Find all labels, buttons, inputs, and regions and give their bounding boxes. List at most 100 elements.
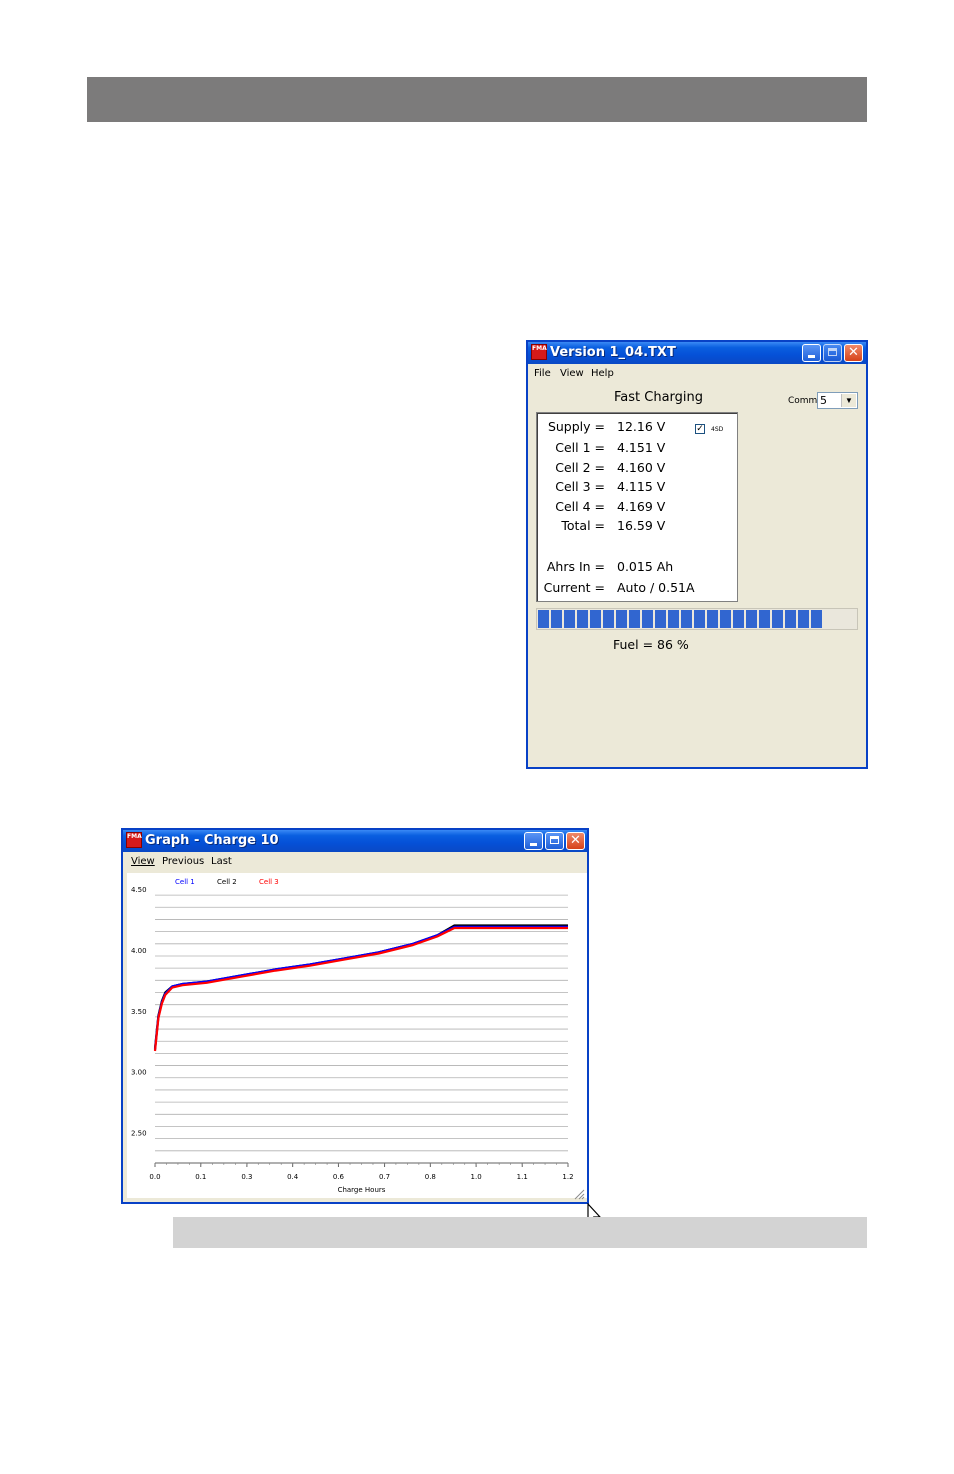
- fuel-segment: [668, 610, 679, 628]
- x-tick-label: 0.3: [241, 1173, 252, 1181]
- x-tick-label: 0.8: [425, 1173, 436, 1181]
- fuel-segment: [642, 610, 653, 628]
- fuel-segment: [707, 610, 718, 628]
- cell3-value: 4.115 V: [617, 479, 666, 494]
- page-header-bar: [87, 77, 867, 122]
- version-window-titlebar[interactable]: FMA Version 1_04.TXT ✕: [528, 342, 866, 364]
- current-value: Auto / 0.51A: [617, 580, 695, 595]
- x-tick-label: 0.6: [333, 1173, 345, 1181]
- fuel-segment: [564, 610, 575, 628]
- x-tick-label: 0.7: [379, 1173, 390, 1181]
- minimize-button[interactable]: [802, 344, 821, 362]
- supply-value: 12.16 V: [617, 419, 666, 434]
- fuel-segment: [694, 610, 705, 628]
- comm-port-select[interactable]: 5 ▼: [817, 392, 858, 409]
- cell2-value: 4.160 V: [617, 460, 666, 475]
- charge-graph-svg: 0.0 0.1 0.3 0.4 0.6 0.7 0.8 1.0 1.1 1.2 Charge Hou…: [131, 878, 574, 1194]
- legend-cell-1: Cell 1: [175, 878, 195, 886]
- caption-bar: [173, 1217, 867, 1248]
- minimize-icon: [530, 843, 537, 846]
- 4sd-checkbox-label: 4SD: [711, 426, 724, 433]
- 4sd-checkbox[interactable]: ✓: [695, 424, 705, 434]
- menu-previous[interactable]: Previous: [162, 856, 204, 867]
- x-tick-label: 1.0: [471, 1173, 482, 1181]
- y-tick-label: 3.00: [131, 1069, 147, 1077]
- chevron-down-icon[interactable]: ▼: [841, 394, 856, 407]
- ahrs-in-label: Ahrs In =: [546, 559, 605, 574]
- graph-window: FMA Graph - Charge 10 ✕ View Previous La…: [121, 828, 589, 1204]
- supply-label: Supply =: [547, 419, 605, 434]
- y-tick-label: 4.00: [131, 947, 147, 955]
- fuel-segment: [733, 610, 744, 628]
- close-button[interactable]: ✕: [844, 344, 863, 362]
- fuel-segment: [551, 610, 562, 628]
- fuel-segment: [772, 610, 783, 628]
- menu-file[interactable]: File: [534, 368, 551, 379]
- fuel-segment: [655, 610, 666, 628]
- maximize-button[interactable]: [545, 832, 564, 850]
- x-tick-label: 0.0: [149, 1173, 160, 1181]
- menu-view[interactable]: View: [131, 856, 155, 867]
- y-tick-label: 4.50: [131, 886, 147, 894]
- version-window-title: Version 1_04.TXT: [550, 345, 676, 360]
- fuel-segment: [629, 610, 640, 628]
- version-window: FMA Version 1_04.TXT ✕ File View Help Fa…: [526, 340, 868, 769]
- legend-cell-3: Cell 3: [259, 878, 279, 886]
- maximize-button[interactable]: [823, 344, 842, 362]
- close-icon: ✕: [570, 833, 581, 848]
- graph-menubar: View Previous Last: [123, 852, 587, 871]
- series-line-cell-3: [153, 926, 568, 1052]
- fma-app-icon: FMA: [531, 344, 547, 360]
- menu-view[interactable]: View: [560, 368, 584, 379]
- x-tick-label: 1.1: [517, 1173, 528, 1181]
- graph-window-title: Graph - Charge 10: [145, 833, 279, 848]
- minimize-button[interactable]: [524, 832, 543, 850]
- maximize-icon: [828, 348, 837, 356]
- y-tick-label: 3.50: [131, 1008, 147, 1016]
- series-line-cell-1: [153, 925, 568, 1050]
- graph-window-titlebar[interactable]: FMA Graph - Charge 10 ✕: [123, 830, 587, 852]
- comm-port-value: 5: [820, 394, 827, 407]
- fuel-segment: [811, 610, 822, 628]
- menu-last[interactable]: Last: [211, 856, 232, 867]
- fuel-segment: [538, 610, 549, 628]
- cell4-label: Cell 4 =: [555, 499, 605, 514]
- cell3-label: Cell 3 =: [555, 479, 605, 494]
- x-tick-label: 1.2: [562, 1173, 573, 1181]
- close-button[interactable]: ✕: [566, 832, 585, 850]
- fuel-segment: [759, 610, 770, 628]
- menu-help[interactable]: Help: [591, 368, 614, 379]
- x-tick-label: 0.1: [195, 1173, 206, 1181]
- fuel-segment: [616, 610, 627, 628]
- total-label: Total =: [561, 518, 605, 533]
- fuel-progress-bar: [536, 608, 858, 630]
- cell1-value: 4.151 V: [617, 440, 666, 455]
- charge-status-title: Fast Charging: [614, 390, 704, 405]
- legend-cell-2: Cell 2: [217, 878, 237, 886]
- fuel-percentage: Fuel = 86 %: [613, 637, 689, 652]
- charge-graph: 0.0 0.1 0.3 0.4 0.6 0.7 0.8 1.0 1.1 1.2 Charge Hou…: [127, 873, 587, 1198]
- fuel-progress-fill: [538, 610, 822, 628]
- current-label: Current =: [543, 580, 605, 595]
- version-menubar: File View Help: [528, 364, 866, 383]
- fuel-segment: [746, 610, 757, 628]
- cell1-label: Cell 1 =: [555, 440, 605, 455]
- fuel-segment: [577, 610, 588, 628]
- fuel-segment: [785, 610, 796, 628]
- fuel-segment: [720, 610, 731, 628]
- fuel-segment: [798, 610, 809, 628]
- ahrs-in-value: 0.015 Ah: [617, 559, 674, 574]
- minimize-icon: [808, 355, 815, 358]
- fuel-segment: [681, 610, 692, 628]
- resize-grip-icon[interactable]: [573, 1188, 585, 1200]
- total-value: 16.59 V: [617, 518, 666, 533]
- fma-app-icon: FMA: [126, 832, 142, 848]
- cell2-label: Cell 2 =: [555, 460, 605, 475]
- x-axis-label: Charge Hours: [338, 1186, 386, 1194]
- fuel-segment: [603, 610, 614, 628]
- y-tick-label: 2.50: [131, 1130, 147, 1138]
- close-icon: ✕: [848, 345, 859, 360]
- maximize-icon: [550, 836, 559, 844]
- readings-panel: ✓ 4SD Supply = 12.16 V Cell 1 = 4.151 V …: [536, 412, 738, 602]
- comm-label: Comm: [788, 396, 818, 406]
